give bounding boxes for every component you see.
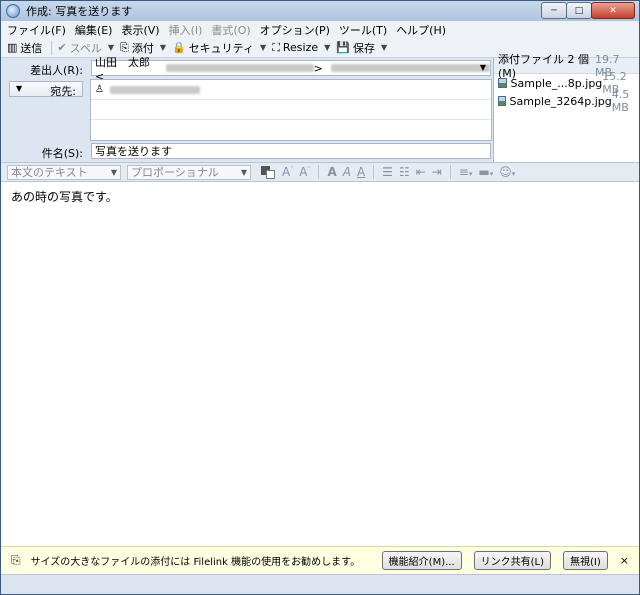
spell-dropdown-icon[interactable]: ▼ [108,43,114,52]
from-email-redacted [166,64,314,72]
menu-help[interactable]: ヘルプ(H) [396,22,446,38]
chevron-down-icon: ▼ [16,84,23,93]
floppy-disk-icon: 💾 [336,41,350,54]
link-share-button[interactable]: リンク共有(L) [473,551,552,570]
send-icon: ▥ [7,41,18,54]
menu-view[interactable]: 表示(V) [121,22,159,38]
from-bracket: > [313,61,323,75]
bold-icon[interactable]: A [327,165,336,179]
menu-insert[interactable]: 挿入(I) [169,22,203,38]
indent-icon[interactable]: ⇥ [432,165,442,179]
close-button[interactable]: ✕ [591,2,635,19]
chevron-down-icon: ▼ [240,167,247,177]
text-color-picker[interactable] [261,165,275,179]
paperclip-icon: ⎘ [11,553,21,567]
paperclip-icon: ⎘ [120,40,129,54]
underline-icon[interactable]: A [357,165,365,179]
security-button[interactable]: 🔒 セキュリティ [172,40,254,56]
resize-button[interactable]: ⛶ Resize [272,41,318,55]
numbered-list-icon[interactable]: ☷ [399,165,410,179]
contact-icon: ♙ [95,84,104,95]
menu-file[interactable]: ファイル(F) [7,22,66,38]
toolbar-separator [318,165,320,179]
menu-edit[interactable]: 編集(E) [75,22,113,38]
chevron-down-icon: ▼ [479,63,486,72]
recipient-row[interactable]: ♙ [91,80,491,100]
notification-message: サイズの大きなファイルの添付には Filelink 機能の使用をお勧めします。 [30,557,361,568]
italic-icon[interactable]: A [343,165,351,179]
lock-icon: 🔒 [171,41,186,54]
outdent-icon[interactable]: ⇤ [416,165,426,179]
smiley-icon[interactable]: ☺▾ [499,165,515,179]
menu-tools[interactable]: ツール(T) [339,22,387,38]
window-title: 作成: 写真を送ります [26,5,133,18]
paragraph-format-select[interactable]: 本文のテキスト ▼ [7,164,121,180]
maximize-button[interactable]: □ [566,2,592,19]
align-icon[interactable]: ≡▾ [459,165,473,179]
font-value: プロポーショナル [131,166,219,179]
save-label: 保存 [353,41,375,55]
send-label: 送信 [20,41,43,55]
minimize-button[interactable]: ─ [541,2,567,19]
title-bar: 作成: 写真を送ります ─ □ ✕ [1,1,639,21]
feature-intro-button[interactable]: 機能紹介(M)... [381,551,462,570]
app-icon [6,4,20,18]
attachment-item[interactable]: Sample_3264p.jpg 4.5 MB [494,88,639,114]
image-file-icon [498,78,507,88]
font-larger-icon[interactable]: A˄ [299,165,310,179]
attachment-size: 4.5 MB [611,88,630,114]
recipient-list: ♙ [90,79,492,141]
compose-window: 作成: 写真を送ります ─ □ ✕ ファイル(F) 編集(E) 表示(V) 挿入… [0,0,640,595]
toolbar-separator [449,165,451,179]
resize-label: Resize [282,41,319,54]
resize-dropdown-icon[interactable]: ▼ [324,43,330,52]
from-account-redacted [330,64,490,72]
attachment-pane: 添付ファイル 2 個(M) 19.7 MB Sample_...8p.jpg 1… [493,53,639,162]
from-label: 差出人(R): [30,64,83,77]
font-smaller-icon[interactable]: A˅ [282,165,293,179]
bullet-list-icon[interactable]: ☰ [382,165,393,179]
security-label: セキュリティ [188,41,255,55]
to-label: 宛先: [50,85,76,98]
security-dropdown-icon[interactable]: ▼ [260,43,266,52]
paragraph-format-value: 本文のテキスト [11,166,88,179]
close-icon[interactable]: × [620,554,629,567]
status-bar [1,574,639,594]
resize-icon: ⛶ [272,40,280,54]
attachment-name: Sample_3264p.jpg [509,94,612,108]
message-body-editor[interactable]: あの時の写真です。 [1,182,639,546]
save-button[interactable]: 💾 保存 [336,40,375,56]
recipient-type-select[interactable]: ▼ 宛先: [9,81,83,98]
subject-value: 写真を送ります [95,145,172,158]
format-toolbar: 本文のテキスト ▼ プロポーショナル ▼ A˅ A˄ A A A ☰ ☷ ⇤ ⇥… [1,162,639,182]
recipient-row-empty[interactable] [91,100,491,120]
attach-dropdown-icon[interactable]: ▼ [160,43,166,52]
from-select[interactable]: 山田 太郎 < > ▼ [91,56,491,83]
ignore-button[interactable]: 無視(I) [563,551,608,570]
body-text: あの時の写真です。 [11,190,118,204]
window-controls: ─ □ ✕ [541,2,635,19]
insert-object-icon[interactable]: ▬▾ [478,165,493,179]
menu-options[interactable]: オプション(P) [260,22,330,38]
menu-bar: ファイル(F) 編集(E) 表示(V) 挿入(I) 書式(O) オプション(P)… [1,21,639,38]
background-color-swatch [266,169,275,179]
subject-label: 件名(S): [41,147,83,160]
toolbar-separator [51,40,53,55]
save-dropdown-icon[interactable]: ▼ [381,43,387,52]
menu-format[interactable]: 書式(O) [211,22,250,38]
send-button[interactable]: ▥ 送信 [7,40,42,56]
chevron-down-icon: ▼ [110,167,117,177]
font-select[interactable]: プロポーショナル ▼ [127,164,251,180]
recipient-address-redacted [109,85,200,94]
attachment-name: Sample_...8p.jpg [510,76,603,90]
image-file-icon [498,96,506,106]
subject-input[interactable]: 写真を送ります [91,143,491,159]
filelink-notification: ⎘ サイズの大きなファイルの添付には Filelink 機能の使用をお勧めします… [1,546,639,574]
checkmark-icon: ✔ [57,41,67,54]
toolbar-separator [373,165,375,179]
recipient-row-empty[interactable] [91,120,491,140]
